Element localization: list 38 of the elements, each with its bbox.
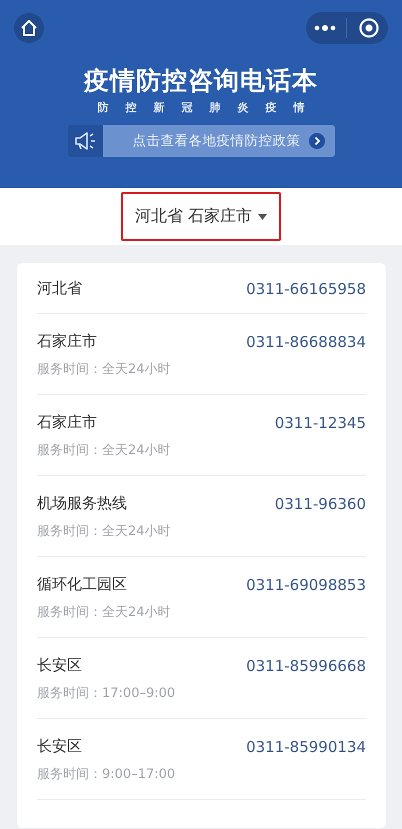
home-button[interactable] (14, 13, 44, 43)
contact-name: 循环化工园区 (37, 575, 127, 594)
service-hours: 服务时间：全天24小时 (37, 442, 172, 459)
service-hours: 服务时间：全天24小时 (37, 361, 172, 378)
subtitle-character: 新 (154, 100, 164, 115)
subtitle-character: 炎 (238, 100, 248, 115)
phone-link[interactable]: 0311-85990134 (246, 738, 366, 756)
subtitle-character: 情 (294, 100, 304, 115)
service-hours: 服务时间：9:00–17:00 (37, 766, 176, 783)
contact-name: 长安区 (37, 656, 82, 675)
phone-link[interactable]: 0311-85996668 (246, 656, 366, 674)
target-icon (358, 17, 380, 39)
phone-link[interactable]: 0311-96360 (274, 494, 366, 512)
contact-name: 河北省 (37, 279, 82, 298)
subtitle-character: 疫 (266, 100, 276, 115)
app-title: 疫情防控咨询电话本 (84, 65, 318, 97)
subtitle-character: 肺 (210, 100, 220, 115)
contact-name: 长安区 (37, 737, 82, 756)
contact-name: 石家庄市 (37, 332, 97, 351)
banner-text: 点击查看各地疫情防控政策 (132, 132, 300, 150)
contact-name: 石家庄市 (37, 413, 97, 432)
contact-name: 机场服务热线 (37, 494, 127, 513)
subtitle-character: 防 (98, 100, 108, 115)
phone-link[interactable]: 0311-12345 (274, 414, 366, 432)
service-hours: 服务时间：17:00–9:00 (37, 685, 176, 702)
megaphone-icon (68, 125, 102, 157)
phone-link[interactable]: 0311-69098853 (246, 576, 366, 594)
chevron-icon (308, 133, 324, 149)
service-hours: 服务时间：全天24小时 (37, 523, 172, 540)
phone-link[interactable]: 0311-86688834 (246, 332, 366, 350)
home-icon (20, 19, 38, 37)
more-icon (313, 24, 338, 32)
phone-link[interactable]: 0311-66165958 (246, 280, 366, 298)
caret-icon (258, 214, 268, 220)
subtitle-character: 冠 (182, 100, 192, 115)
subtitle-character: 控 (126, 100, 136, 115)
location-selector[interactable]: 河北省 石家庄市 (121, 192, 281, 241)
service-hours: 服务时间：全天24小时 (37, 604, 172, 621)
